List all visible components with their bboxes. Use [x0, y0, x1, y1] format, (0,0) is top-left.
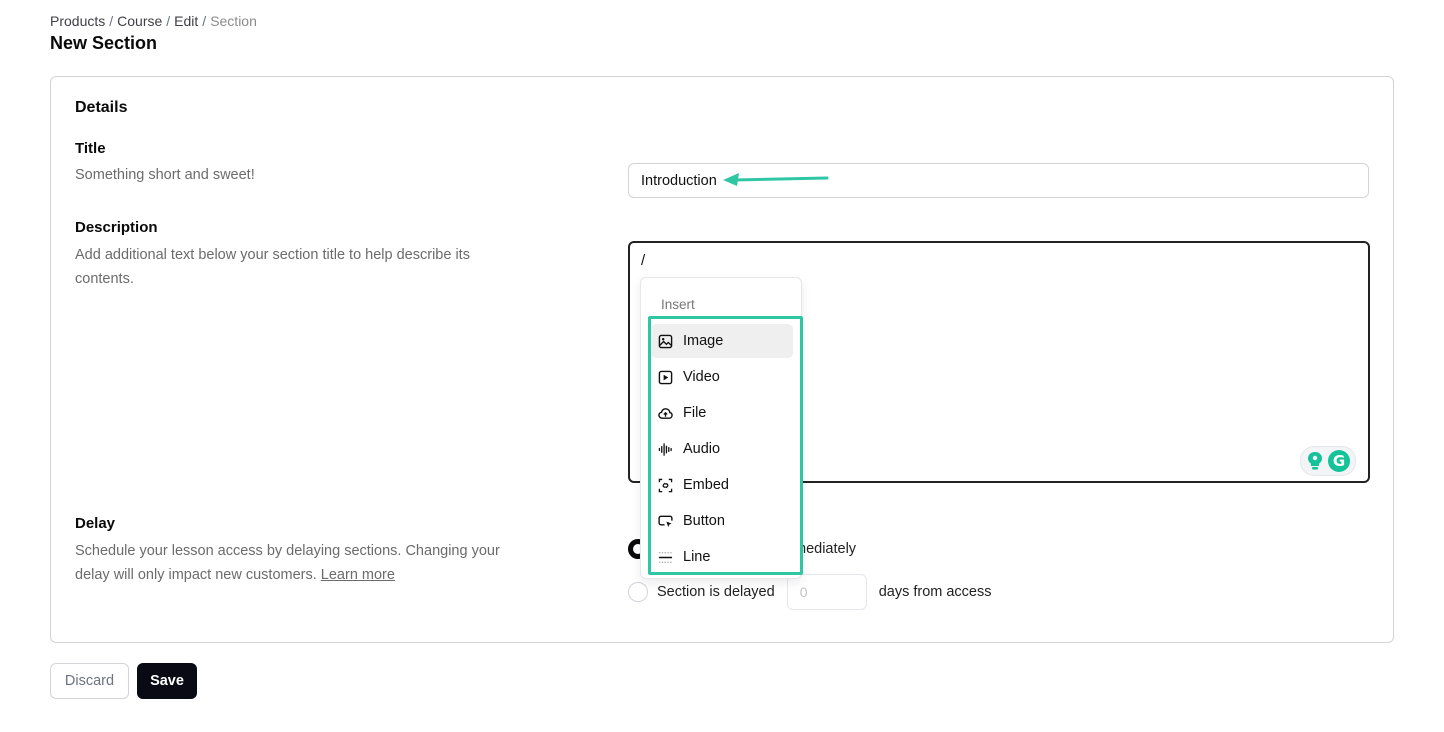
radio-delayed-row[interactable]: Section is delayed 0 days from access: [628, 574, 992, 610]
title-input-value: Introduction: [641, 172, 717, 189]
breadcrumb: Products / Course / Edit / Section: [50, 13, 257, 29]
insert-menu-header: Insert: [661, 297, 695, 312]
breadcrumb-edit[interactable]: Edit: [174, 13, 198, 29]
learn-more-link[interactable]: Learn more: [321, 567, 395, 583]
delay-label: Delay: [75, 515, 116, 532]
title-label: Title: [75, 140, 106, 157]
annotation-arrow-icon: [723, 173, 829, 186]
radio-delayed[interactable]: [628, 582, 648, 602]
grammarly-widget[interactable]: G: [1300, 446, 1356, 476]
description-help: Add additional text below your section t…: [75, 247, 470, 287]
discard-button[interactable]: Discard: [50, 663, 129, 699]
days-input-placeholder: 0: [799, 584, 808, 600]
breadcrumb-current: Section: [210, 13, 257, 29]
radio-delayed-label: Section is delayed: [657, 584, 775, 600]
description-label: Description: [75, 219, 158, 236]
breadcrumb-separator: /: [202, 13, 207, 29]
save-button[interactable]: Save: [137, 663, 197, 699]
insert-menu: Insert Image Video File Audio Embed Butt…: [640, 277, 803, 579]
radio-immediate-label: mediately: [794, 541, 857, 557]
days-suffix: days from access: [878, 584, 992, 600]
breadcrumb-separator: /: [109, 13, 114, 29]
details-heading: Details: [75, 99, 128, 116]
days-input[interactable]: 0: [786, 574, 867, 610]
lightbulb-icon[interactable]: [1306, 451, 1324, 471]
grammarly-icon[interactable]: G: [1328, 450, 1350, 472]
breadcrumb-separator: /: [166, 13, 171, 29]
delay-help-text: Schedule your lesson access by delaying …: [75, 543, 500, 583]
title-help: Something short and sweet!: [75, 167, 255, 183]
page-title: New Section: [50, 33, 158, 53]
breadcrumb-products[interactable]: Products: [50, 13, 105, 29]
breadcrumb-course[interactable]: Course: [117, 13, 162, 29]
description-editor-text: /: [641, 252, 646, 269]
delay-help: Schedule your lesson access by delaying …: [75, 539, 505, 587]
annotation-highlight-box: [648, 316, 803, 575]
